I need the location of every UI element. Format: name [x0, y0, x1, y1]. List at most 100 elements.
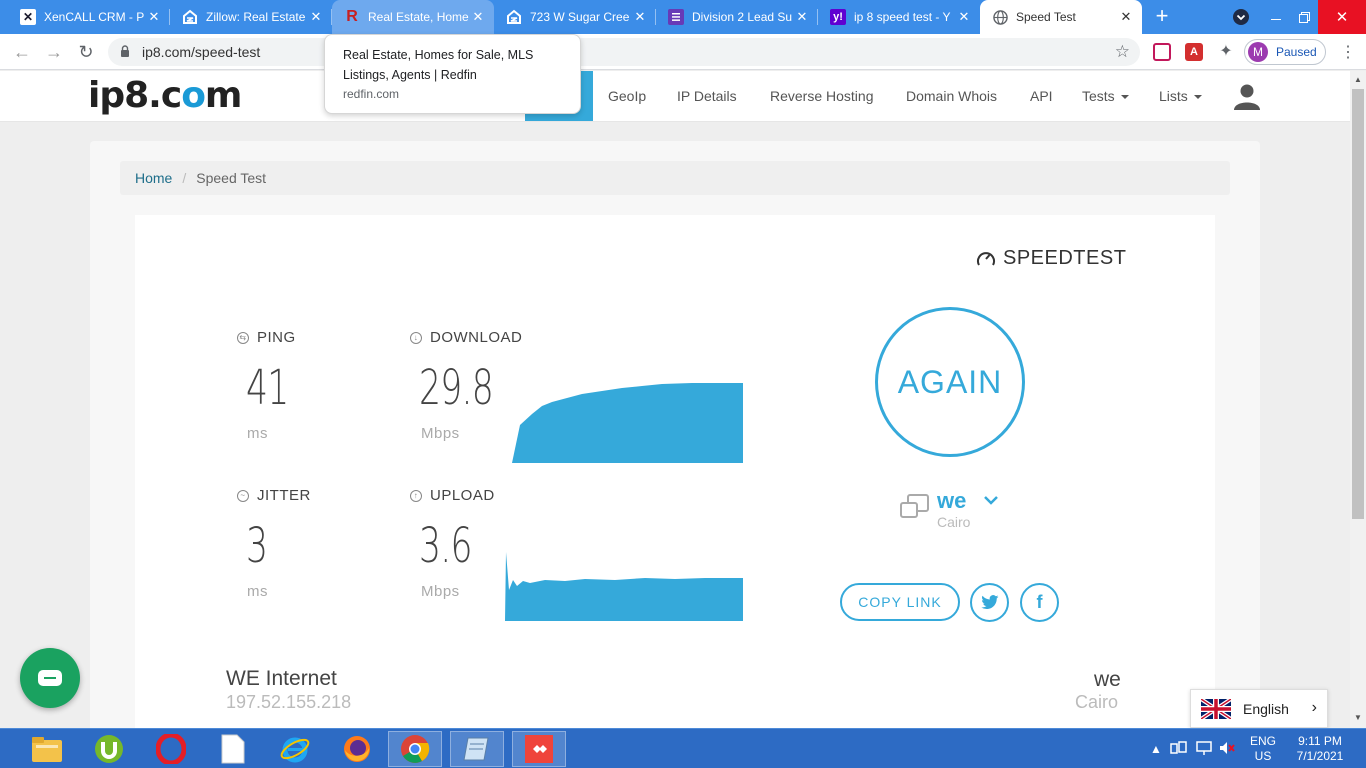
- breadcrumb: Home / Speed Test: [120, 161, 1230, 195]
- chrome-icon[interactable]: [388, 731, 442, 767]
- tab-search-button[interactable]: [1228, 0, 1254, 34]
- avatar: M: [1248, 42, 1268, 62]
- jitter-wave-icon: ~: [237, 489, 249, 502]
- profile-button[interactable]: M Paused: [1244, 39, 1326, 65]
- tab-723-w-sugar-creek[interactable]: 723 W Sugar Cree ✕: [494, 0, 656, 34]
- close-tab-icon[interactable]: ✕: [308, 9, 324, 25]
- reload-button[interactable]: ↻: [74, 40, 98, 64]
- input-language-indicator[interactable]: ENG US: [1248, 734, 1278, 764]
- nav-geoip[interactable]: GeoIp: [608, 71, 646, 121]
- uk-flag-icon: [1201, 698, 1231, 719]
- volume-muted-icon[interactable]: [1218, 740, 1236, 760]
- file-explorer-icon[interactable]: [20, 731, 74, 767]
- nav-lists-dropdown[interactable]: Lists: [1159, 71, 1202, 121]
- speedtest-panel: [135, 215, 1215, 735]
- adobe-acrobat-icon[interactable]: A: [1185, 43, 1203, 61]
- language-selector[interactable]: English ›: [1190, 689, 1328, 728]
- forms-icon: [668, 9, 684, 25]
- network-icon[interactable]: [1170, 740, 1188, 760]
- tab-redfin[interactable]: R Real Estate, Home ✕: [332, 0, 494, 34]
- twitter-icon: [980, 595, 998, 610]
- tab-xencall[interactable]: ✕ XenCALL CRM - P ✕: [8, 0, 170, 34]
- download-value: 29.8: [419, 360, 494, 416]
- tab-division-2[interactable]: Division 2 Lead Su ✕: [656, 0, 818, 34]
- server-selector[interactable]: we Cairo: [900, 488, 1010, 532]
- yahoo-icon: y!: [830, 9, 846, 25]
- twitter-share-button[interactable]: [970, 583, 1009, 622]
- nav-tests-dropdown[interactable]: Tests: [1082, 71, 1129, 121]
- browser-menu-icon[interactable]: ⋮: [1340, 42, 1356, 62]
- opera-icon[interactable]: [144, 731, 198, 767]
- gauge-icon: [977, 251, 995, 265]
- arrow-left-icon: ←: [13, 42, 31, 62]
- facebook-share-button[interactable]: f: [1020, 583, 1059, 622]
- jitter-label: ~ JITTER: [237, 487, 311, 504]
- breadcrumb-home-link[interactable]: Home: [135, 170, 172, 186]
- redfin-icon: R: [346, 8, 358, 25]
- globe-icon: [992, 9, 1008, 25]
- again-button[interactable]: AGAIN: [875, 307, 1025, 457]
- caret-down-icon: [1120, 95, 1129, 100]
- arrow-up-circle-icon: ↑: [410, 489, 422, 502]
- close-tab-icon[interactable]: ✕: [1118, 9, 1134, 25]
- download-unit: Mbps: [421, 425, 460, 442]
- document-icon[interactable]: [206, 731, 260, 767]
- extensions-puzzle-icon[interactable]: ✦: [1217, 43, 1235, 61]
- forward-button[interactable]: →: [42, 40, 66, 64]
- tab-hover-tooltip: Real Estate, Homes for Sale, MLS Listing…: [324, 34, 581, 114]
- url-text: ip8.com/speed-test: [142, 44, 261, 60]
- restore-icon: [1298, 11, 1310, 23]
- clock-time: 9:11 PM: [1298, 734, 1342, 748]
- tab-zillow[interactable]: Zillow: Real Estate ✕: [170, 0, 332, 34]
- breadcrumb-current: Speed Test: [196, 170, 267, 186]
- minimize-button[interactable]: [1260, 0, 1292, 34]
- chevron-right-icon: ›: [1311, 699, 1317, 716]
- close-tab-icon[interactable]: ✕: [632, 9, 648, 25]
- anydesk-icon[interactable]: [512, 731, 566, 767]
- page-scrollbar[interactable]: ▲ ▼: [1350, 71, 1366, 728]
- tab-yahoo-search[interactable]: y! ip 8 speed test - Y ✕: [818, 0, 980, 34]
- xencall-icon: ✕: [20, 9, 36, 25]
- download-graph: [512, 383, 743, 463]
- zillow-icon: [182, 9, 198, 25]
- server-location-secondary: Cairo: [1075, 692, 1119, 712]
- show-hidden-icons[interactable]: ▲: [1150, 742, 1162, 757]
- scroll-up-arrow-icon[interactable]: ▲: [1354, 75, 1362, 84]
- tab-speed-test[interactable]: Speed Test ✕: [980, 0, 1142, 34]
- restore-button[interactable]: [1292, 0, 1316, 34]
- live-chat-button[interactable]: [20, 648, 80, 708]
- speedtest-logo: SPEEDTEST: [975, 247, 1126, 270]
- nav-domain-whois[interactable]: Domain Whois: [906, 71, 997, 121]
- back-button[interactable]: ←: [10, 40, 34, 64]
- firefox-icon[interactable]: [330, 731, 384, 767]
- close-tab-icon[interactable]: ✕: [146, 9, 162, 25]
- address-bar[interactable]: ip8.com/speed-test ☆: [108, 38, 1140, 66]
- close-tab-icon[interactable]: ✕: [956, 9, 972, 25]
- user-account-icon[interactable]: [1232, 81, 1262, 111]
- scroll-down-arrow-icon[interactable]: ▼: [1354, 713, 1362, 722]
- tooltip-title: Real Estate, Homes for Sale, MLS Listing…: [343, 48, 534, 82]
- site-logo[interactable]: ip8.com: [88, 75, 242, 116]
- arrow-down-circle-icon: ↓: [410, 331, 422, 344]
- close-tab-icon[interactable]: ✕: [794, 9, 810, 25]
- bookmark-star-icon[interactable]: ☆: [1115, 42, 1130, 62]
- lock-icon: [121, 45, 129, 57]
- extension-pocket-icon[interactable]: [1153, 43, 1171, 61]
- ping-label: ⇆ PING: [237, 329, 296, 346]
- system-clock[interactable]: 9:11 PM 7/1/2021: [1285, 734, 1355, 764]
- notepad-icon[interactable]: [450, 731, 504, 767]
- caret-down-icon: [1193, 95, 1202, 100]
- window-close-button[interactable]: ✕: [1318, 0, 1366, 34]
- scrollbar-thumb[interactable]: [1352, 89, 1364, 519]
- server-devices-icon: [900, 494, 929, 518]
- close-tab-icon[interactable]: ✕: [470, 9, 486, 25]
- new-tab-button[interactable]: +: [1150, 5, 1174, 29]
- nav-api[interactable]: API: [1030, 71, 1053, 121]
- display-icon[interactable]: [1195, 740, 1213, 760]
- nav-ip-details[interactable]: IP Details: [677, 71, 737, 121]
- internet-explorer-icon[interactable]: [268, 731, 322, 767]
- nav-reverse-hosting[interactable]: Reverse Hosting: [770, 71, 874, 121]
- copy-link-button[interactable]: COPY LINK: [840, 583, 960, 621]
- jitter-unit: ms: [247, 583, 268, 600]
- utorrent-icon[interactable]: [82, 731, 136, 767]
